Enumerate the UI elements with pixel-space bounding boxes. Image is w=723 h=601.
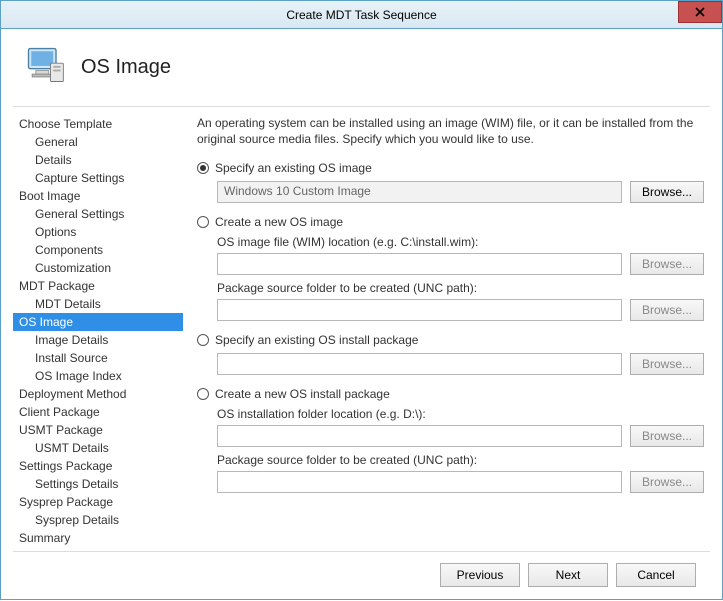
main-panel: An operating system can be installed usi…: [183, 115, 710, 551]
nav-group[interactable]: Summary: [13, 529, 183, 547]
wizard-footer: Previous Next Cancel: [13, 551, 710, 591]
close-icon: [695, 7, 705, 17]
titlebar: Create MDT Task Sequence: [1, 1, 722, 29]
install-folder-label: OS installation folder location (e.g. D:…: [217, 407, 704, 421]
cancel-button[interactable]: Cancel: [616, 563, 696, 587]
previous-button[interactable]: Previous: [440, 563, 520, 587]
page-title: OS Image: [81, 56, 171, 79]
unc-path-field[interactable]: [217, 299, 622, 321]
close-button[interactable]: [678, 1, 722, 23]
nav-item[interactable]: Details: [13, 151, 183, 169]
wim-location-field[interactable]: [217, 253, 622, 275]
nav-group[interactable]: MDT Package: [13, 277, 183, 295]
option-existing-image: Specify an existing OS image Windows 10 …: [197, 161, 704, 203]
nav-group[interactable]: Choose Template: [13, 115, 183, 133]
wizard-window: Create MDT Task Sequence OS Image Choos: [0, 0, 723, 600]
nav-group[interactable]: Boot Image: [13, 187, 183, 205]
nav-item[interactable]: USMT Details: [13, 439, 183, 457]
page-header: OS Image: [13, 37, 710, 107]
browse-install-unc[interactable]: Browse...: [630, 471, 704, 493]
install-unc-field[interactable]: [217, 471, 622, 493]
nav-item[interactable]: MDT Details: [13, 295, 183, 313]
nav-group[interactable]: Settings Package: [13, 457, 183, 475]
install-folder-field[interactable]: [217, 425, 622, 447]
wizard-nav: Choose TemplateGeneralDetailsCapture Set…: [13, 115, 183, 551]
browse-install-folder[interactable]: Browse...: [630, 425, 704, 447]
nav-group[interactable]: Deployment Method: [13, 385, 183, 403]
option-existing-install-pkg: Specify an existing OS install package B…: [197, 333, 704, 375]
radio-icon: [197, 216, 209, 228]
radio-existing-image[interactable]: Specify an existing OS image: [197, 161, 704, 175]
content-area: OS Image Choose TemplateGeneralDetailsCa…: [1, 29, 722, 601]
install-unc-label: Package source folder to be created (UNC…: [217, 453, 704, 467]
window-title: Create MDT Task Sequence: [286, 8, 436, 22]
nav-item[interactable]: Capture Settings: [13, 169, 183, 187]
radio-icon: [197, 334, 209, 346]
nav-item[interactable]: Settings Details: [13, 475, 183, 493]
body-row: Choose TemplateGeneralDetailsCapture Set…: [13, 115, 710, 551]
wim-location-label: OS image file (WIM) location (e.g. C:\in…: [217, 235, 704, 249]
browse-wim-location[interactable]: Browse...: [630, 253, 704, 275]
radio-existing-install-pkg[interactable]: Specify an existing OS install package: [197, 333, 704, 347]
existing-image-field[interactable]: Windows 10 Custom Image: [217, 181, 622, 203]
nav-group[interactable]: USMT Package: [13, 421, 183, 439]
unc-path-label: Package source folder to be created (UNC…: [217, 281, 704, 295]
browse-unc-path[interactable]: Browse...: [630, 299, 704, 321]
option-create-image: Create a new OS image OS image file (WIM…: [197, 215, 704, 321]
nav-group[interactable]: OS Image: [13, 313, 183, 331]
existing-install-pkg-field[interactable]: [217, 353, 622, 375]
nav-item[interactable]: Components: [13, 241, 183, 259]
browse-existing-install-pkg[interactable]: Browse...: [630, 353, 704, 375]
nav-item[interactable]: General Settings: [13, 205, 183, 223]
nav-item[interactable]: General: [13, 133, 183, 151]
option-create-install-pkg: Create a new OS install package OS insta…: [197, 387, 704, 493]
browse-existing-image[interactable]: Browse...: [630, 181, 704, 203]
radio-icon: [197, 388, 209, 400]
radio-create-install-pkg[interactable]: Create a new OS install package: [197, 387, 704, 401]
radio-label: Create a new OS image: [215, 215, 343, 229]
radio-create-image[interactable]: Create a new OS image: [197, 215, 704, 229]
nav-item[interactable]: OS Image Index: [13, 367, 183, 385]
nav-item[interactable]: Sysprep Details: [13, 511, 183, 529]
computer-icon: [23, 43, 67, 92]
nav-group[interactable]: Client Package: [13, 403, 183, 421]
nav-item[interactable]: Options: [13, 223, 183, 241]
radio-label: Create a new OS install package: [215, 387, 390, 401]
radio-label: Specify an existing OS install package: [215, 333, 418, 347]
radio-icon: [197, 162, 209, 174]
nav-group[interactable]: Sysprep Package: [13, 493, 183, 511]
nav-item[interactable]: Image Details: [13, 331, 183, 349]
nav-item[interactable]: Install Source: [13, 349, 183, 367]
next-button[interactable]: Next: [528, 563, 608, 587]
radio-label: Specify an existing OS image: [215, 161, 372, 175]
intro-text: An operating system can be installed usi…: [197, 115, 704, 147]
nav-item[interactable]: Customization: [13, 259, 183, 277]
